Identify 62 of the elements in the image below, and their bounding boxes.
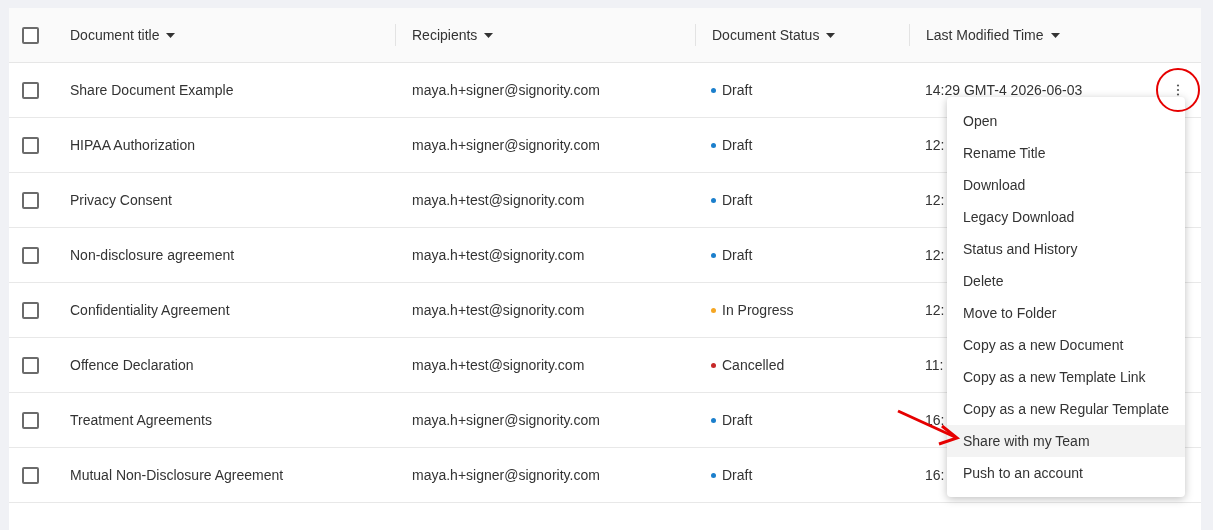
column-header[interactable]: Recipients: [412, 24, 494, 46]
status-label: Draft: [722, 190, 753, 210]
highlight-circle: [1156, 68, 1200, 112]
status-label: Draft: [722, 135, 753, 155]
status-label: Draft: [722, 245, 753, 265]
checkbox[interactable]: [22, 466, 39, 484]
recipient-email: maya.h+test@signority.com: [412, 301, 585, 318]
document-title: HIPAA Authorization: [70, 136, 196, 153]
modified-time: 12:: [925, 135, 945, 155]
modified-time: 12:: [925, 300, 945, 320]
menu-item[interactable]: Share with my Team: [947, 425, 1185, 457]
recipient-email: maya.h+signer@signority.com: [412, 136, 600, 153]
checkbox[interactable]: [22, 301, 39, 319]
status-label: Draft: [722, 410, 753, 430]
status-label: In Progress: [722, 300, 794, 320]
menu-item[interactable]: Delete: [947, 265, 1185, 297]
checkbox[interactable]: [22, 246, 39, 264]
checkbox[interactable]: [22, 191, 39, 209]
recipient-email: maya.h+test@signority.com: [412, 191, 585, 208]
menu-item[interactable]: Status and History: [947, 233, 1185, 265]
menu-item[interactable]: Legacy Download: [947, 201, 1185, 233]
document-title: Mutual Non-Disclosure Agreement: [70, 466, 284, 483]
sort-caret-icon: [166, 32, 176, 38]
modified-time: 12:: [925, 190, 945, 210]
menu-item[interactable]: Copy as a new Template Link: [947, 361, 1185, 393]
checkbox[interactable]: [22, 136, 39, 154]
recipient-email: maya.h+test@signority.com: [412, 246, 585, 263]
column-header[interactable]: Last Modified Time: [926, 24, 1060, 46]
status-label: Cancelled: [722, 355, 785, 375]
document-title: Confidentiality Agreement: [70, 301, 230, 318]
modified-time: 16:: [925, 465, 945, 485]
menu-item[interactable]: Open: [947, 105, 1185, 137]
modified-time: 11:: [925, 355, 944, 375]
recipient-email: maya.h+signer@signority.com: [412, 411, 600, 428]
checkbox[interactable]: [22, 26, 39, 44]
status-label: Draft: [722, 80, 753, 100]
checkbox[interactable]: [22, 81, 39, 99]
menu-item[interactable]: Download: [947, 169, 1185, 201]
sort-caret-icon: [1050, 32, 1060, 38]
recipient-email: maya.h+signer@signority.com: [412, 466, 600, 483]
menu-item[interactable]: Rename Title: [947, 137, 1185, 169]
document-title: Privacy Consent: [70, 191, 172, 208]
status-label: Draft: [722, 465, 753, 485]
sort-caret-icon: [826, 32, 836, 38]
checkbox[interactable]: [22, 411, 39, 429]
document-title: Non-disclosure agreement: [70, 246, 235, 263]
document-title: Offence Declaration: [70, 356, 194, 373]
menu-item[interactable]: Push to an account: [947, 457, 1185, 489]
menu-item[interactable]: Copy as a new Regular Template: [947, 393, 1185, 425]
recipient-email: maya.h+test@signority.com: [412, 356, 585, 373]
modified-time: 14:29 GMT-4 2026-06-03: [925, 80, 1083, 100]
document-title: Treatment Agreements: [70, 411, 212, 428]
recipient-email: maya.h+signer@signority.com: [412, 81, 600, 98]
menu-item[interactable]: Copy as a new Document: [947, 329, 1185, 361]
column-header[interactable]: Document Status: [712, 24, 836, 46]
document-title: Share Document Example: [70, 81, 234, 98]
pointer-arrow: [897, 409, 961, 446]
menu-item[interactable]: Move to Folder: [947, 297, 1185, 329]
column-header[interactable]: Document title: [70, 24, 176, 46]
checkbox[interactable]: [22, 356, 39, 374]
sort-caret-icon: [484, 32, 494, 38]
modified-time: 12:: [925, 245, 945, 265]
